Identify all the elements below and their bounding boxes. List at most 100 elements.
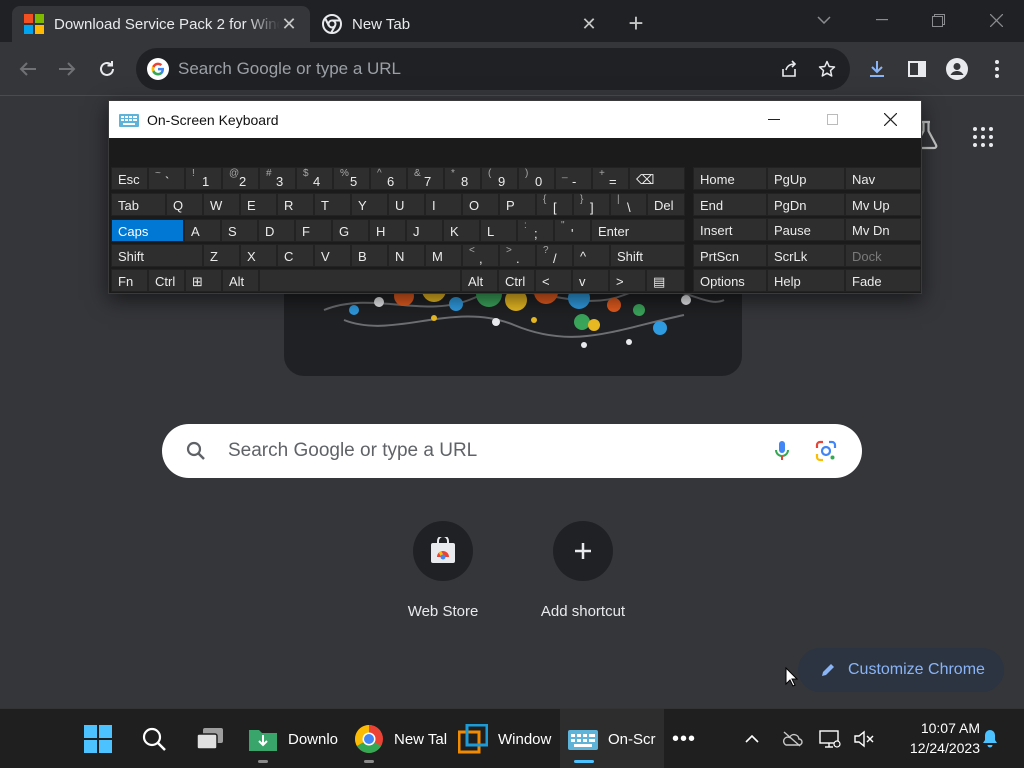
osk-key-symbol-11[interactable]: ^ [573,244,610,267]
osk-key-n[interactable]: N [388,244,425,267]
forward-button[interactable] [51,53,83,85]
osk-key-pgup[interactable]: PgUp [767,167,845,190]
osk-key-enter[interactable]: Enter [591,219,685,242]
osk-close-button[interactable] [867,101,913,138]
reload-button[interactable] [91,53,123,85]
osk-key-6[interactable]: ^ 6 [370,167,407,190]
address-bar[interactable]: Search Google or type a URL [136,48,850,90]
tab-new-tab[interactable]: New Tab ✕ [310,6,610,42]
notification-bell-icon[interactable] [978,727,1002,751]
osk-key-fade[interactable]: Fade [845,269,921,292]
taskbar-overflow-button[interactable]: ••• [668,709,700,768]
osk-maximize-button[interactable] [809,101,855,138]
osk-key-q[interactable]: Q [166,193,203,216]
osk-key-options[interactable]: Options [693,269,767,292]
osk-key-scrlk[interactable]: ScrLk [767,243,845,267]
osk-key-x[interactable]: X [240,244,277,267]
osk-key-symbol-12[interactable]: }] [573,193,610,216]
osk-key-z[interactable]: Z [203,244,240,267]
taskbar-search-button[interactable] [134,709,174,768]
osk-key-t[interactable]: T [314,193,351,216]
osk-key-i[interactable]: I [425,193,462,216]
back-button[interactable] [12,53,44,85]
osk-key-insert[interactable]: Insert [693,218,767,241]
restore-button[interactable] [924,8,952,32]
osk-key-h[interactable]: H [369,219,406,242]
osk-key-caps[interactable]: Caps [111,219,184,242]
osk-key-symbol-1[interactable]: ~ ` [148,167,185,190]
osk-key-nav[interactable]: Nav [845,167,921,190]
minimize-button[interactable] [868,8,896,32]
osk-key-symbol-2[interactable]: ⊞ [185,269,222,292]
osk-key-0[interactable]: ) 0 [518,167,555,190]
osk-key-home[interactable]: Home [693,167,767,190]
onedrive-offline-icon[interactable] [780,727,804,751]
osk-key-l[interactable]: L [480,219,517,242]
osk-key-symbol-11[interactable]: " ' [554,219,591,242]
task-view-button[interactable] [190,709,230,768]
osk-key-ctrl[interactable]: Ctrl [148,269,185,292]
osk-key-del[interactable]: Del [647,193,685,216]
osk-key-pause[interactable]: Pause [767,218,845,241]
taskbar-clock[interactable]: 10:07 AM 12/24/2023 [880,718,980,758]
osk-key-9[interactable]: (9 [481,167,518,190]
osk-key-symbol-9[interactable]: > [609,269,646,292]
taskbar-app-vmware[interactable]: Window [456,709,556,768]
osk-key-b[interactable]: B [351,244,388,267]
shortcut-web-store[interactable]: Web Store [383,521,503,620]
osk-key-4[interactable]: $4 [296,167,333,190]
osk-key-end[interactable]: End [693,192,767,216]
osk-key-symbol-7[interactable]: < [535,269,572,292]
osk-key-g[interactable]: G [332,219,369,242]
close-window-button[interactable] [982,8,1010,32]
osk-key-alt[interactable]: Alt [222,269,259,292]
osk-key-fn[interactable]: Fn [111,269,148,292]
osk-key-2[interactable]: @2 [222,167,259,190]
osk-key-symbol-13[interactable]: | \ [610,193,647,216]
osk-key-prtscn[interactable]: PrtScn [693,243,767,267]
tab-close-icon[interactable]: ✕ [580,14,598,34]
osk-key-8[interactable]: * 8 [444,167,481,190]
bookmark-star-icon[interactable] [812,54,842,84]
osk-key-esc[interactable]: Esc [111,167,148,190]
osk-key-symbol-13[interactable]: + = [592,167,629,190]
osk-key-symbol-10[interactable]: ▤ [646,269,685,292]
google-search-box[interactable]: Search Google or type a URL [162,424,862,478]
volume-muted-icon[interactable] [852,727,876,751]
osk-key-alt[interactable]: Alt [461,269,498,292]
osk-key-p[interactable]: P [499,193,536,216]
osk-key-s[interactable]: S [221,219,258,242]
osk-key-symbol-10[interactable]: ? / [536,244,573,267]
downloads-icon[interactable] [861,53,893,85]
taskbar-app-downloads[interactable]: Downlo [244,709,348,768]
side-panel-icon[interactable] [901,53,933,85]
osk-key-v[interactable]: v [572,269,609,292]
osk-key-ctrl[interactable]: Ctrl [498,269,535,292]
taskbar-app-on-screen-keyboard[interactable]: On-Scr [560,709,664,768]
taskbar-app-chrome[interactable]: New Tal [350,709,454,768]
shortcut-add[interactable]: Add shortcut [523,521,643,620]
osk-key-symbol-14[interactable]: ⌫ [629,167,685,190]
new-tab-button[interactable]: + [622,8,650,38]
osk-key-a[interactable]: A [184,219,221,242]
start-button[interactable] [76,709,120,768]
osk-key-5[interactable]: % 5 [333,167,370,190]
osk-key-shift[interactable]: Shift [111,244,203,267]
osk-key-c[interactable]: C [277,244,314,267]
chrome-menu-icon[interactable] [981,53,1013,85]
osk-key-mv-up[interactable]: Mv Up [845,192,921,216]
osk-key-v[interactable]: V [314,244,351,267]
google-lens-icon[interactable] [814,439,838,463]
osk-key-u[interactable]: U [388,193,425,216]
osk-key-o[interactable]: O [462,193,499,216]
osk-key-3[interactable]: #3 [259,167,296,190]
osk-key-7[interactable]: & 7 [407,167,444,190]
osk-key-j[interactable]: J [406,219,443,242]
osk-key-1[interactable]: ! 1 [185,167,222,190]
osk-key-space[interactable] [259,269,461,292]
google-apps-icon[interactable] [970,124,996,150]
tab-search-chevron-icon[interactable] [810,8,838,32]
osk-key-dock[interactable]: Dock [845,243,921,267]
osk-key-f[interactable]: F [295,219,332,242]
osk-key-mv-dn[interactable]: Mv Dn [845,218,921,241]
